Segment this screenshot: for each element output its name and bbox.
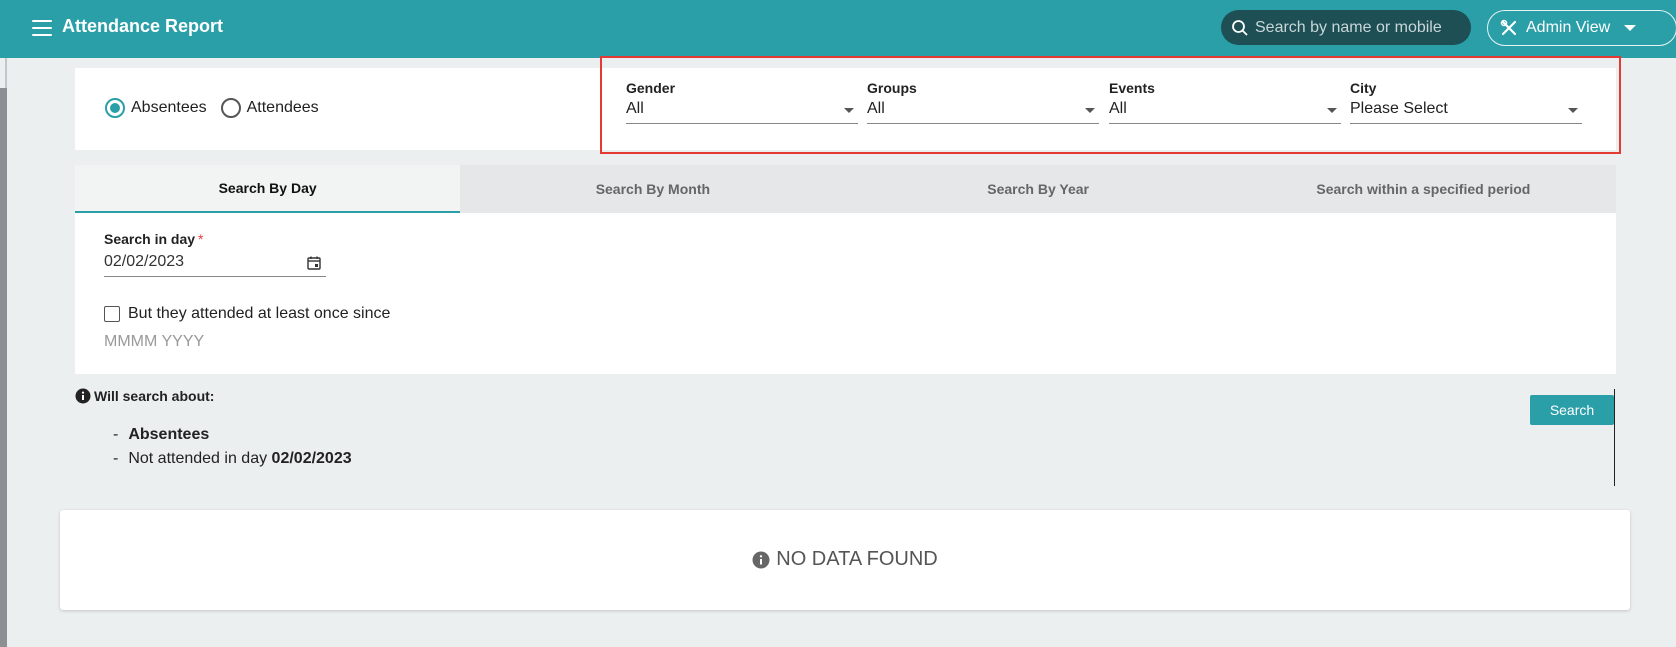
required-mark: * — [198, 231, 204, 247]
events-select[interactable]: All — [1109, 100, 1341, 124]
calendar-icon[interactable] — [306, 255, 322, 271]
city-select[interactable]: Please Select — [1350, 100, 1582, 124]
events-value: All — [1109, 100, 1127, 117]
tab-search-period[interactable]: Search within a specified period — [1231, 165, 1616, 213]
attended-since-checkbox[interactable]: But they attended at least once since — [104, 305, 390, 323]
search-icon — [1232, 19, 1248, 36]
checkbox-icon — [104, 306, 120, 322]
groups-filter: Groups All — [867, 80, 1099, 124]
search-mode-tabs: Search By Day Search By Month Search By … — [75, 165, 1616, 213]
dropdown-arrow-icon — [1327, 108, 1337, 113]
search-summary-list: - Absentees - Not attended in day 02/02/… — [113, 423, 352, 471]
gender-select[interactable]: All — [626, 100, 858, 124]
search-by-day-panel: Search in day * 02/02/2023 But they atten… — [75, 213, 1616, 374]
city-value: Please Select — [1350, 100, 1448, 117]
no-data-message: NO DATA FOUND — [60, 548, 1630, 571]
events-filter: Events All — [1109, 80, 1341, 124]
search-input[interactable] — [1255, 18, 1455, 37]
gender-value: All — [626, 100, 644, 117]
radio-absentees[interactable]: Absentees — [105, 98, 207, 118]
left-scrollbar[interactable] — [0, 88, 7, 647]
tab-search-by-day[interactable]: Search By Day — [75, 165, 461, 213]
summary-date: 02/02/2023 — [271, 450, 352, 467]
info-icon — [75, 388, 91, 404]
divider — [1614, 389, 1615, 486]
menu-icon[interactable] — [32, 20, 52, 36]
radio-checked-icon — [105, 98, 125, 118]
search-summary-title-text: Will search about: — [94, 388, 215, 404]
search-summary-title: Will search about: — [75, 388, 214, 404]
groups-value: All — [867, 100, 885, 117]
chevron-down-icon — [1624, 25, 1637, 31]
radio-attendees[interactable]: Attendees — [220, 98, 319, 118]
attendance-type-radio-group: Absentees Attendees — [105, 98, 333, 118]
tab-search-by-year[interactable]: Search By Year — [846, 165, 1231, 213]
search-button[interactable]: Search — [1530, 395, 1614, 425]
city-label: City — [1350, 80, 1377, 96]
tools-icon — [1500, 19, 1517, 36]
top-app-bar: Attendance Report Admin View — [0, 0, 1676, 58]
dropdown-arrow-icon — [844, 108, 854, 113]
date-value: 02/02/2023 — [104, 253, 185, 270]
no-data-text: NO DATA FOUND — [776, 548, 938, 570]
gender-label: Gender — [626, 80, 676, 96]
info-icon — [752, 551, 770, 568]
groups-label: Groups — [867, 80, 917, 96]
summary-not-attended: Not attended in day — [128, 450, 268, 467]
list-item: - Absentees — [113, 423, 352, 447]
global-search[interactable] — [1221, 10, 1471, 45]
events-label: Events — [1109, 80, 1155, 96]
dropdown-arrow-icon — [1568, 108, 1578, 113]
date-field[interactable]: 02/02/2023 — [104, 249, 326, 277]
gender-filter: Gender All — [626, 80, 858, 124]
attended-since-label: But they attended at least once since — [128, 305, 391, 322]
city-filter: City Please Select — [1350, 80, 1582, 124]
tab-search-by-month[interactable]: Search By Month — [460, 165, 845, 213]
radio-absentees-label: Absentees — [131, 99, 207, 116]
left-scroll-edge-top — [5, 58, 7, 88]
radio-attendees-label: Attendees — [246, 99, 319, 116]
summary-absentees: Absentees — [128, 426, 210, 443]
page-title: Attendance Report — [62, 16, 224, 36]
radio-unchecked-icon — [220, 98, 241, 118]
list-item: - Not attended in day 02/02/2023 — [113, 447, 352, 471]
search-in-day-label: Search in day * — [104, 231, 204, 247]
month-year-field[interactable]: MMMM YYYY — [104, 333, 204, 351]
dropdown-arrow-icon — [1085, 108, 1095, 113]
groups-select[interactable]: All — [867, 100, 1099, 124]
results-card: NO DATA FOUND — [60, 510, 1630, 610]
search-in-day-label-text: Search in day — [104, 231, 196, 247]
admin-view-label: Admin View — [1526, 19, 1611, 36]
admin-view-button[interactable]: Admin View — [1487, 10, 1676, 46]
